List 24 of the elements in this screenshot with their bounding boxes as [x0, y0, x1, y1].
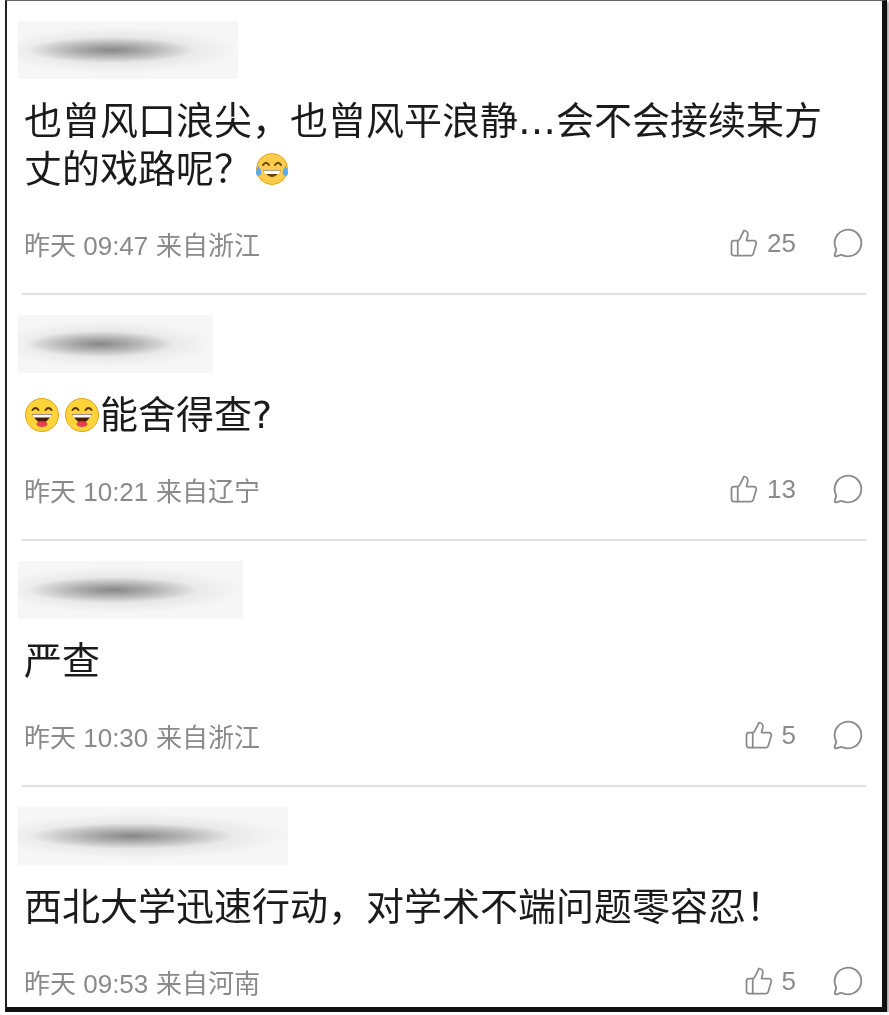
laughing-face-icon: [24, 397, 60, 433]
comment-meta: 昨天 10:30 来自浙江: [24, 721, 260, 754]
comment-icon[interactable]: [832, 965, 864, 997]
comment-text: 西北大学迅速行动，对学术不端问题零容忍！: [24, 884, 784, 931]
comment-meta: 昨天 09:47 来自浙江: [24, 229, 260, 262]
thumbs-up-icon: [729, 474, 760, 504]
thumbs-up-icon: [743, 966, 774, 996]
comment-text: 丈的戏路呢？: [24, 146, 252, 193]
comment-text: 严查: [24, 638, 100, 685]
comment-text: 能舍得查?: [100, 392, 273, 439]
tears-of-joy-icon: [254, 151, 290, 187]
like-button[interactable]: 5: [743, 966, 796, 996]
comment-icon[interactable]: [832, 473, 864, 505]
thumbs-up-icon: [729, 228, 760, 258]
like-button[interactable]: 13: [729, 474, 796, 504]
thumbs-up-icon: [743, 720, 774, 750]
comment-icon[interactable]: [832, 719, 864, 751]
like-button[interactable]: 5: [743, 720, 796, 750]
comment-text: 也曾风口浪尖，也曾风平浪静…会不会接续某方: [24, 98, 822, 145]
laughing-face-icon: [64, 397, 100, 433]
comment-icon[interactable]: [832, 227, 864, 259]
like-button[interactable]: 25: [729, 228, 796, 258]
comment-meta: 昨天 10:21 来自辽宁: [24, 475, 260, 508]
comment-meta: 昨天 09:53 来自河南: [24, 967, 260, 1000]
